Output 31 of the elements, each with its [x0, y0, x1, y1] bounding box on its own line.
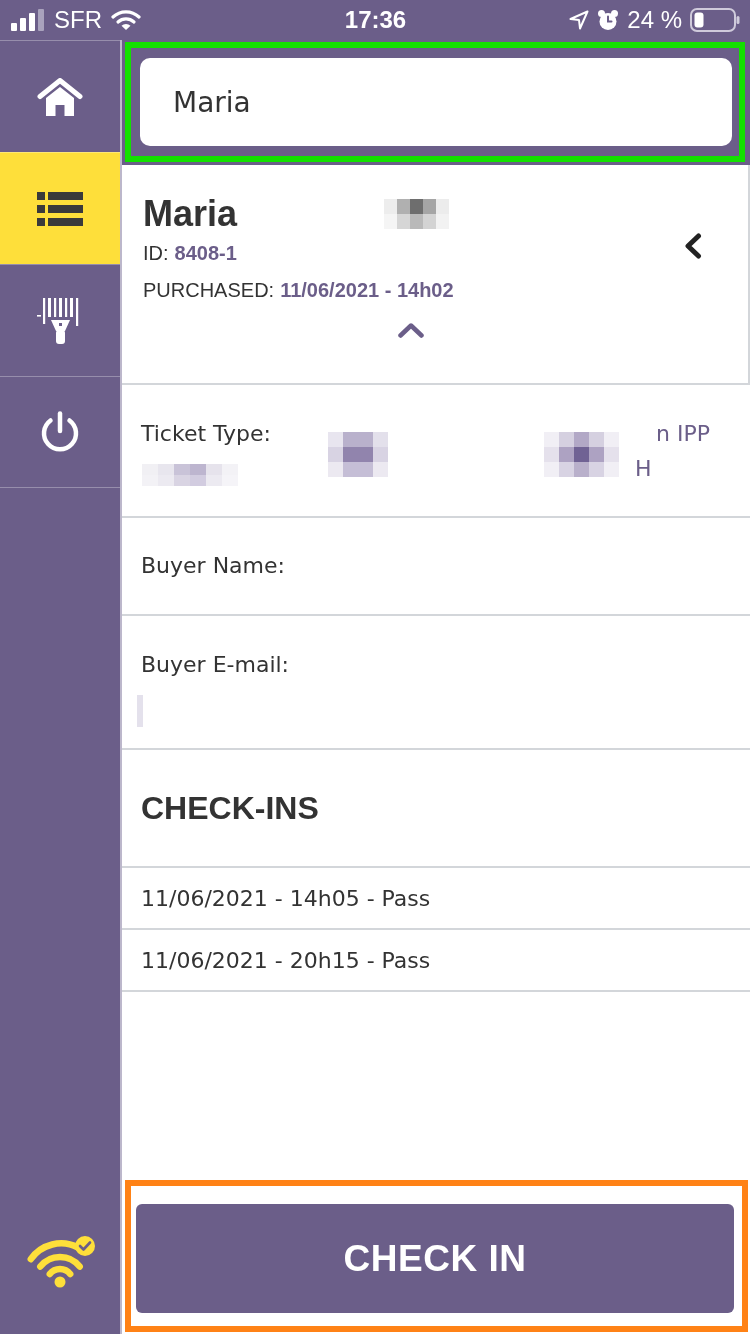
list-icon: [37, 191, 83, 226]
check-in-entry: 11/06/2021 - 14h05 - Pass: [141, 884, 431, 913]
power-icon: [40, 411, 80, 453]
signal-icon: [11, 9, 45, 31]
alarm-clock-icon: [597, 9, 620, 31]
battery-percentage: 24 %: [627, 6, 682, 34]
purchased-label: PURCHASED:: [143, 278, 275, 303]
battery-icon: [690, 8, 740, 32]
home-icon: [37, 77, 83, 116]
detail-value: H: [635, 455, 652, 483]
section-title: CHECK-INS: [141, 789, 320, 828]
carrier-name: SFR: [54, 6, 102, 34]
detail-value: n IPP: [656, 420, 710, 448]
id-label: ID:: [143, 241, 169, 266]
search-field[interactable]: Maria: [140, 58, 732, 146]
check-in-button[interactable]: CHECK IN: [136, 1204, 734, 1313]
detail-label: Ticket Type:: [141, 420, 272, 448]
wifi-icon: [111, 9, 141, 31]
wifi-check-icon: [24, 1235, 96, 1288]
purchase-date: 11/06/2021 - 14h02: [280, 278, 454, 303]
detail-label: Buyer Name:: [141, 553, 285, 578]
check-in-entry: 11/06/2021 - 20h15 - Pass: [141, 946, 431, 975]
ticket-holder-name: Maria: [143, 194, 238, 234]
clock-time: 17:36: [344, 6, 407, 34]
list-nav-item[interactable]: [0, 152, 120, 264]
power-nav-item[interactable]: [0, 376, 120, 488]
location-arrow-icon: [569, 10, 590, 30]
detail-label: Buyer E-mail:: [141, 652, 290, 677]
id-value: 8408-1: [174, 241, 237, 266]
chevron-up-icon[interactable]: [397, 323, 424, 338]
chevron-left-icon[interactable]: [683, 233, 703, 259]
